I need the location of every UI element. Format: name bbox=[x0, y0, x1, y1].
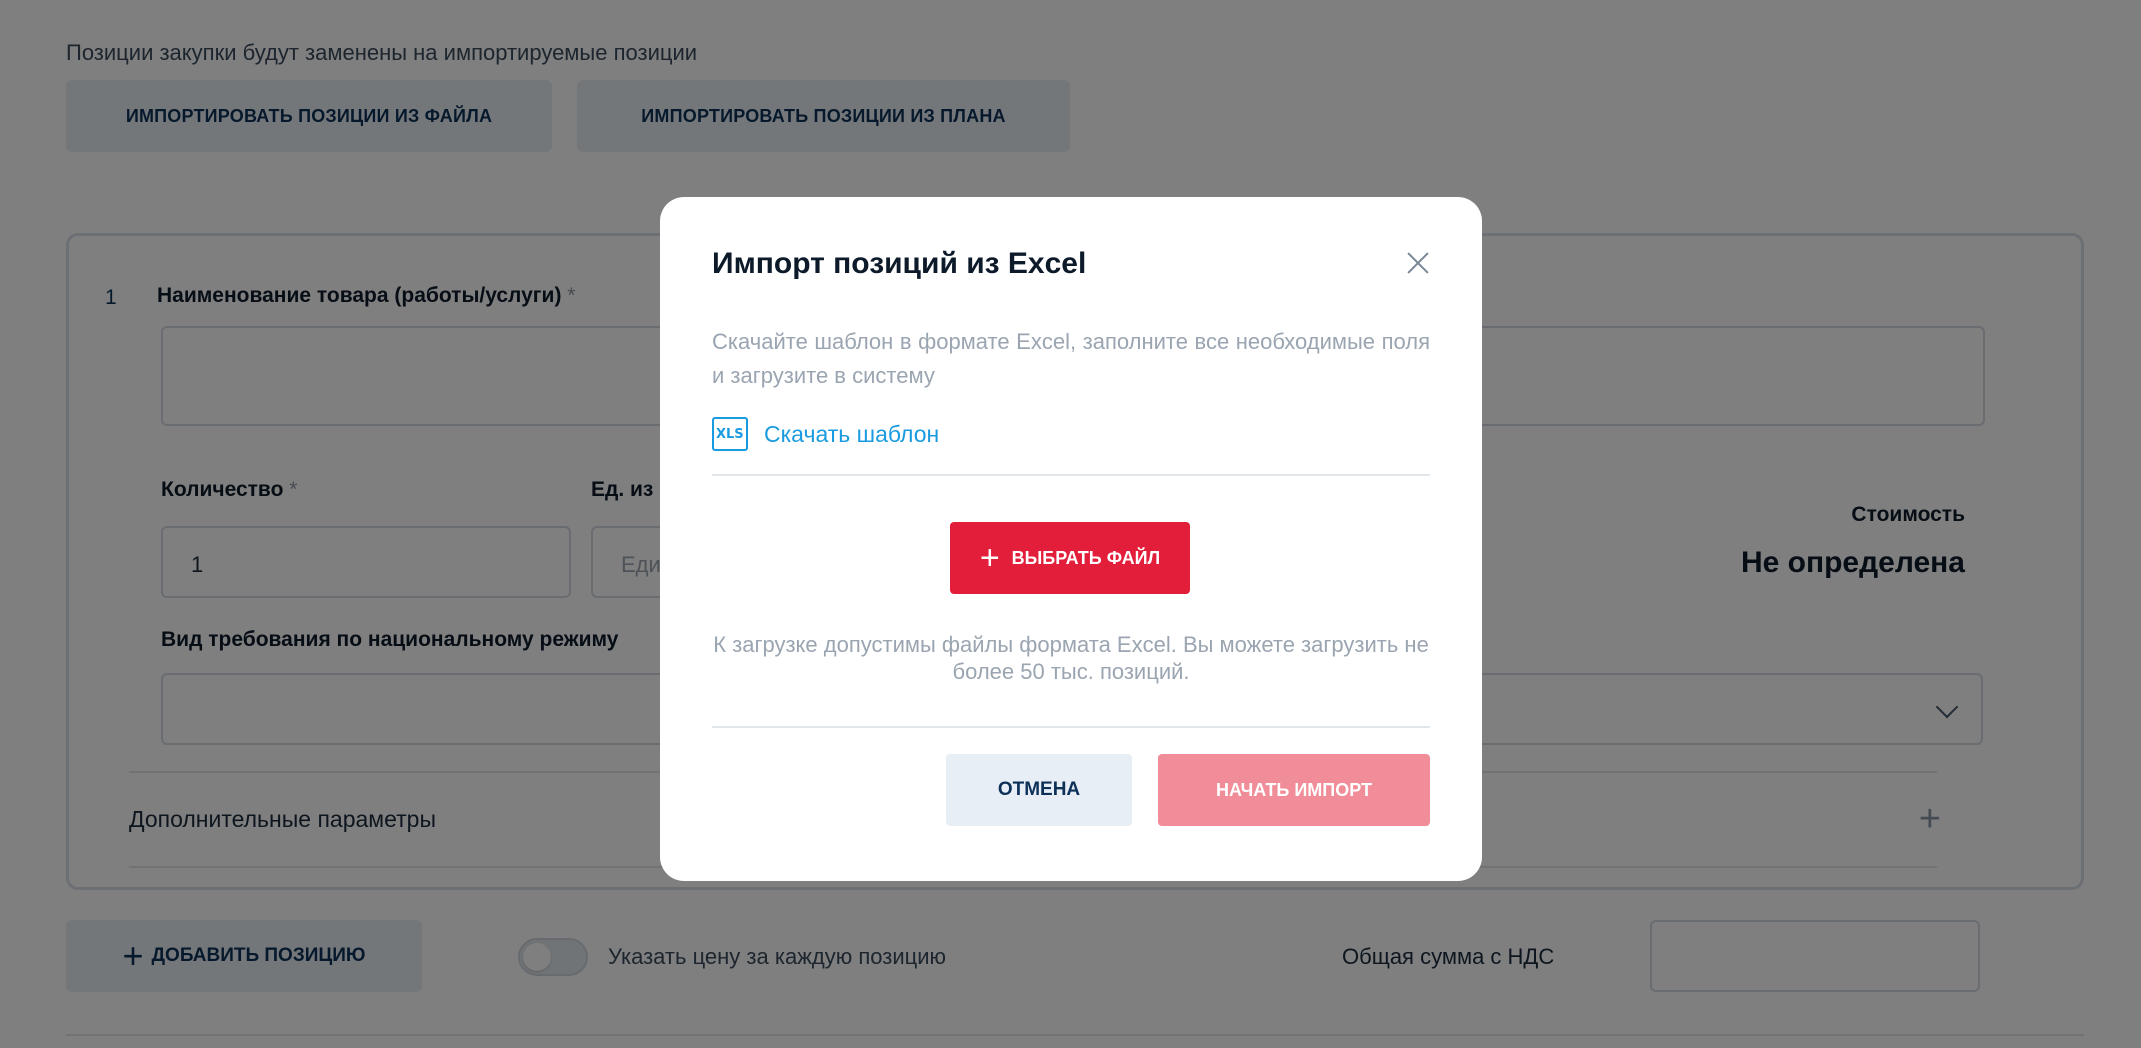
close-icon[interactable] bbox=[1404, 249, 1432, 277]
choose-file-label: ВЫБРАТЬ ФАЙЛ bbox=[1011, 547, 1161, 568]
modal-title: Импорт позиций из Excel bbox=[712, 247, 1087, 280]
plus-icon: + bbox=[979, 539, 1000, 577]
choose-file-button[interactable]: + ВЫБРАТЬ ФАЙЛ bbox=[950, 522, 1190, 594]
cancel-button[interactable]: ОТМЕНА bbox=[946, 754, 1132, 826]
import-excel-modal: Импорт позиций из Excel Скачайте шаблон … bbox=[660, 197, 1482, 881]
upload-hint: К загрузке допустимы файлы формата Excel… bbox=[713, 632, 1429, 684]
divider bbox=[712, 726, 1430, 728]
xls-file-icon: XLS bbox=[712, 417, 748, 451]
start-import-button[interactable]: НАЧАТЬ ИМПОРТ bbox=[1158, 754, 1430, 826]
divider bbox=[712, 474, 1430, 476]
modal-description: Скачайте шаблон в формате Excel, заполни… bbox=[712, 329, 1430, 388]
download-template-label: Скачать шаблон bbox=[764, 420, 940, 447]
download-template-link[interactable]: XLS Скачать шаблон bbox=[712, 417, 939, 451]
